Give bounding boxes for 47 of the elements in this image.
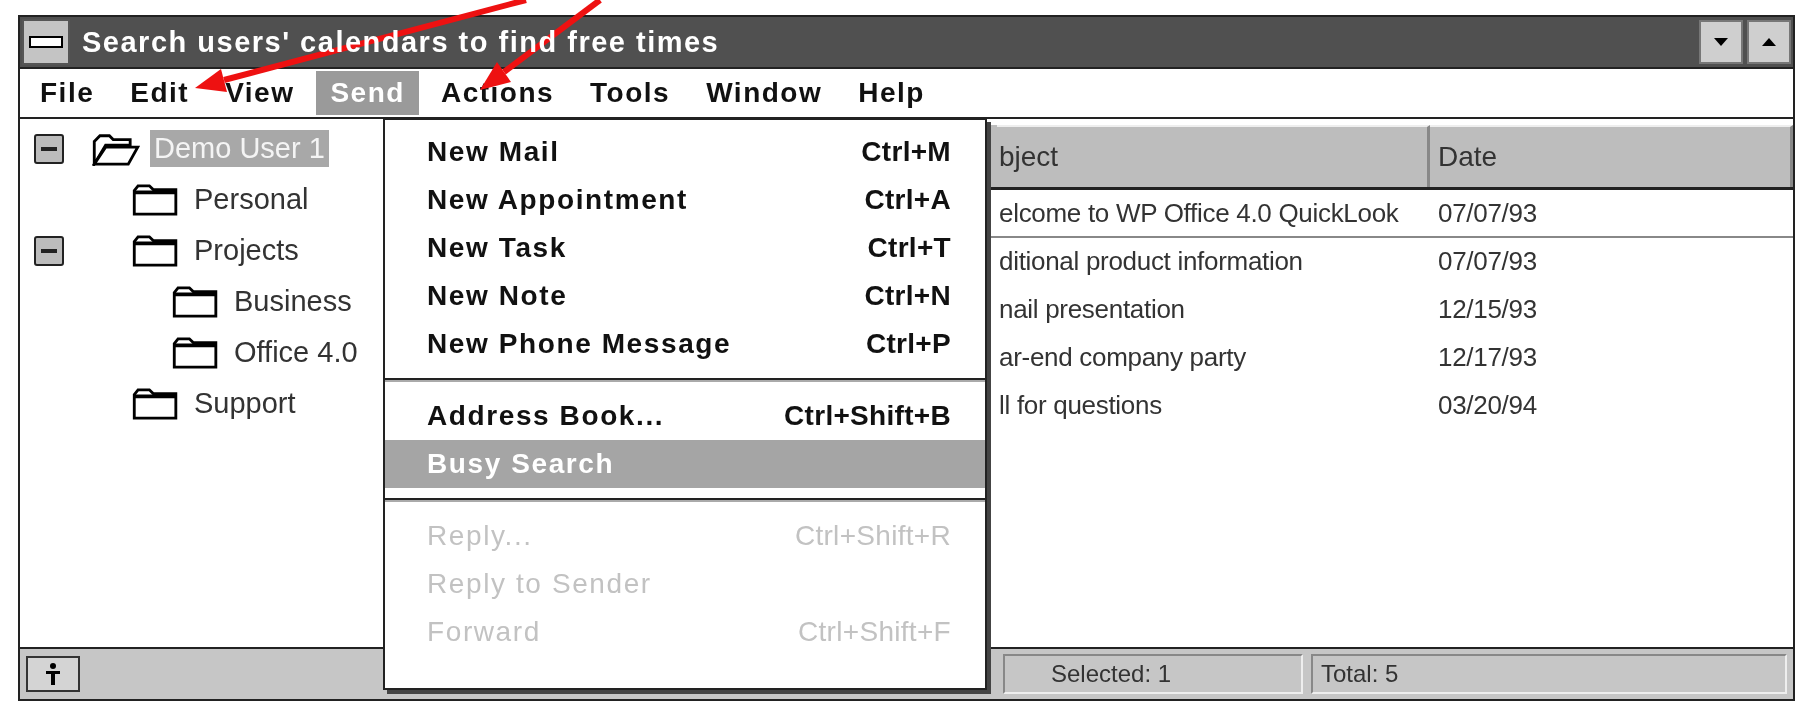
menu-item[interactable]: Edit bbox=[116, 71, 204, 115]
menu-item[interactable]: Actions bbox=[426, 71, 569, 115]
menu-item[interactable]: File bbox=[26, 71, 109, 115]
open-folder-icon bbox=[92, 131, 140, 166]
tree-item[interactable]: Office 4.0 bbox=[230, 334, 362, 371]
tree-item[interactable]: Projects bbox=[190, 232, 303, 269]
table-cell-text: 03/20/94 bbox=[1437, 389, 1538, 421]
caret-up-icon bbox=[1762, 38, 1776, 46]
minimize-button[interactable] bbox=[1699, 20, 1743, 64]
folder-icon bbox=[132, 233, 180, 268]
info-button[interactable] bbox=[26, 656, 80, 692]
collapse-toggle[interactable] bbox=[34, 235, 64, 266]
table-cell-text: ditional product information bbox=[998, 245, 1304, 277]
column-header[interactable]: Date bbox=[1430, 125, 1793, 187]
folder-icon bbox=[172, 335, 220, 370]
maximize-button[interactable] bbox=[1747, 20, 1791, 64]
table-cell-text: ar-end company party bbox=[998, 341, 1247, 373]
menu-item[interactable]: Address Book... Ctrl+Shift+B bbox=[385, 392, 985, 440]
tree-item[interactable]: Business bbox=[230, 283, 356, 320]
table-cell-text: 07/07/93 bbox=[1437, 245, 1538, 277]
caret-down-icon bbox=[1714, 38, 1728, 46]
status-text: Total: 5 bbox=[1311, 654, 1787, 694]
folder-icon bbox=[132, 386, 180, 421]
menu-item[interactable]: New Mail Ctrl+M bbox=[385, 128, 985, 176]
menu-item[interactable]: Tools bbox=[576, 71, 685, 115]
menu-item[interactable]: New Task Ctrl+T bbox=[385, 224, 985, 272]
menu-item[interactable]: New Phone Message Ctrl+P bbox=[385, 320, 985, 368]
menu-item[interactable]: Help bbox=[844, 71, 939, 115]
menu-item[interactable]: New Appointment Ctrl+A bbox=[385, 176, 985, 224]
folder-icon bbox=[172, 284, 220, 319]
folder-icon bbox=[132, 182, 180, 217]
tree-item[interactable]: Support bbox=[190, 385, 300, 422]
table-cell-text: 12/17/93 bbox=[1437, 341, 1538, 373]
column-header[interactable]: bject bbox=[997, 125, 1430, 187]
menu-item[interactable]: New Note Ctrl+N bbox=[385, 272, 985, 320]
table-cell-text: nail presentation bbox=[998, 293, 1186, 325]
menu-item[interactable]: Window bbox=[692, 71, 837, 115]
status-text: Selected: 1 bbox=[1003, 654, 1303, 694]
person-icon bbox=[44, 663, 62, 685]
system-menu-button[interactable] bbox=[22, 19, 70, 65]
tree-item[interactable]: Personal bbox=[190, 181, 313, 218]
table-cell-text: 07/07/93 bbox=[1437, 197, 1538, 229]
table-cell-text: ll for questions bbox=[998, 389, 1163, 421]
table-cell-text: 12/15/93 bbox=[1437, 293, 1538, 325]
menu-item[interactable]: View bbox=[211, 71, 309, 115]
table-cell-text: elcome to WP Office 4.0 QuickLook bbox=[998, 197, 1400, 229]
collapse-toggle[interactable] bbox=[34, 133, 64, 164]
